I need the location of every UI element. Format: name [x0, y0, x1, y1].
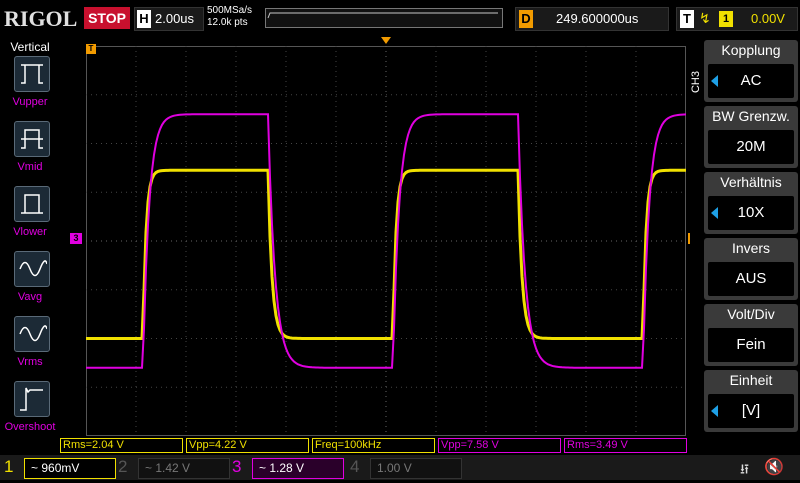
menu-kopplung-value[interactable]: AC: [708, 64, 794, 98]
measure-overshoot-label: Overshoot: [4, 421, 56, 433]
sample-rate: 500MSa/s: [207, 5, 253, 16]
delay-letter: D: [519, 10, 533, 28]
trigger-slope-icon: ↯: [699, 10, 711, 26]
measure-vlower-button[interactable]: [14, 186, 50, 222]
vlower-icon: [21, 194, 43, 214]
menu-einheit-title: Einheit: [729, 372, 773, 388]
trigger-box[interactable]: T ↯ 1 0.00V: [676, 7, 798, 31]
usb-icon: ⭿: [740, 461, 750, 477]
channel-3-number[interactable]: 3: [232, 457, 241, 477]
menu-kopplung-title: Kopplung: [721, 42, 781, 58]
memory-overview-strip[interactable]: [265, 8, 503, 28]
trigger-level: 0.00V: [751, 11, 785, 26]
memory-depth: 12.0k pts: [207, 17, 248, 28]
channel-status-bar: 1 ~ 960mV 2 ~ 1.42 V 3 ~ 1.28 V 4 1.00 V ⭿ 🔇: [0, 455, 800, 480]
menu-kopplung-value-text: AC: [740, 72, 762, 89]
measure-menu-title: Vertical: [10, 40, 50, 54]
measurement-3[interactable]: Freq=100kHz: [312, 438, 435, 453]
measurement-5[interactable]: Rms=3.49 V: [564, 438, 687, 453]
menu-invers-value[interactable]: AUS: [708, 262, 794, 296]
memory-waveform-preview: [267, 12, 498, 19]
acquisition-info: 500MSa/s 12.0k pts: [207, 5, 252, 29]
trigger-time-arrow[interactable]: [381, 37, 391, 44]
menu-verh-ltnis-title: Verhältnis: [720, 174, 782, 190]
vmid-icon: [21, 129, 43, 149]
menu-verh-ltnis-value-text: 10X: [737, 204, 765, 221]
timebase-box[interactable]: H 2.00us: [134, 7, 204, 31]
menu-volt-div-value[interactable]: Fein: [708, 328, 794, 362]
selector-arrow-icon: [711, 75, 718, 87]
measure-vupper-label: Vupper: [12, 96, 48, 108]
menu-einheit[interactable]: Einheit [V]: [704, 370, 798, 432]
measure-vlower-label: Vlower: [13, 226, 47, 238]
timebase-value: 2.00us: [155, 11, 195, 26]
trigger-letter: T: [680, 10, 694, 28]
menu-invers-title: Invers: [731, 240, 771, 256]
measure-vmid-label: Vmid: [17, 161, 43, 173]
menu-volt-div-value-text: Fein: [736, 336, 766, 353]
channel-3-scale[interactable]: ~ 1.28 V: [252, 458, 344, 479]
graticule: [86, 46, 686, 436]
channel-1-scale[interactable]: ~ 960mV: [24, 458, 116, 479]
vrms-icon: [19, 325, 47, 342]
menu-bw-grenzw[interactable]: BW Grenzw. 20M: [704, 106, 798, 168]
measure-menu: Vertical Vupper Vmid Vlower Vavg Vrms Oversho…: [0, 36, 60, 456]
measure-vavg-button[interactable]: [14, 251, 50, 287]
run-stop-indicator[interactable]: STOP: [84, 7, 130, 29]
menu-volt-div-title: Volt/Div: [727, 306, 775, 322]
vavg-icon: [19, 260, 47, 277]
trigger-position-marker[interactable]: T: [86, 44, 96, 54]
measurement-2[interactable]: Vpp=4.22 V: [186, 438, 309, 453]
timebase-letter: H: [137, 10, 151, 28]
channel-2-number[interactable]: 2: [118, 457, 127, 477]
vupper-icon: [21, 64, 43, 84]
speaker-muted-icon[interactable]: 🔇: [764, 457, 784, 477]
top-status-bar: RIGOL STOP H 2.00us 500MSa/s 12.0k pts D…: [0, 0, 800, 36]
channel-tag: CH3: [690, 60, 704, 110]
menu-volt-div[interactable]: Volt/Div Fein: [704, 304, 798, 366]
measurement-1[interactable]: Rms=2.04 V: [60, 438, 183, 453]
measure-vmid-button[interactable]: [14, 121, 50, 157]
channel-4-scale[interactable]: 1.00 V: [370, 458, 462, 479]
channel-tag-label: CH3: [690, 71, 702, 94]
menu-kopplung[interactable]: Kopplung AC: [704, 40, 798, 102]
menu-bw-grenzw-title: BW Grenzw.: [712, 108, 790, 124]
measure-overshoot-button[interactable]: [14, 381, 50, 417]
measure-vavg-label: Vavg: [17, 291, 43, 303]
selector-arrow-icon: [711, 405, 718, 417]
menu-einheit-value-text: [V]: [741, 402, 761, 419]
channel-1-number[interactable]: 1: [4, 457, 13, 477]
menu-bw-grenzw-value[interactable]: 20M: [708, 130, 794, 164]
menu-invers[interactable]: Invers AUS: [704, 238, 798, 300]
menu-bw-grenzw-value-text: 20M: [736, 138, 766, 155]
menu-verh-ltnis-value[interactable]: 10X: [708, 196, 794, 230]
measure-vrms-label: Vrms: [17, 356, 43, 368]
channel-2-scale[interactable]: ~ 1.42 V: [138, 458, 230, 479]
brand-logo: RIGOL: [4, 6, 78, 31]
delay-box[interactable]: D 249.600000us: [515, 7, 669, 31]
menu-invers-value-text: AUS: [735, 270, 767, 287]
menu-einheit-value[interactable]: [V]: [708, 394, 794, 428]
channel-4-number[interactable]: 4: [350, 457, 359, 477]
overshoot-icon: [20, 387, 43, 411]
trigger-source: 1: [719, 11, 733, 27]
delay-value: 249.600000us: [556, 11, 639, 26]
measurement-bar: Rms=2.04 V Vpp=4.22 V Freq=100kHz Vpp=7.58 …: [60, 438, 690, 453]
ch1-waveform: [86, 168, 686, 340]
selector-arrow-icon: [711, 207, 718, 219]
ch3-offset-marker[interactable]: 3: [70, 233, 82, 244]
waveform-display[interactable]: [86, 46, 686, 436]
measure-vupper-button[interactable]: [14, 56, 50, 92]
measurement-4[interactable]: Vpp=7.58 V: [438, 438, 561, 453]
menu-verh-ltnis[interactable]: Verhältnis 10X: [704, 172, 798, 234]
measure-vrms-button[interactable]: [14, 316, 50, 352]
